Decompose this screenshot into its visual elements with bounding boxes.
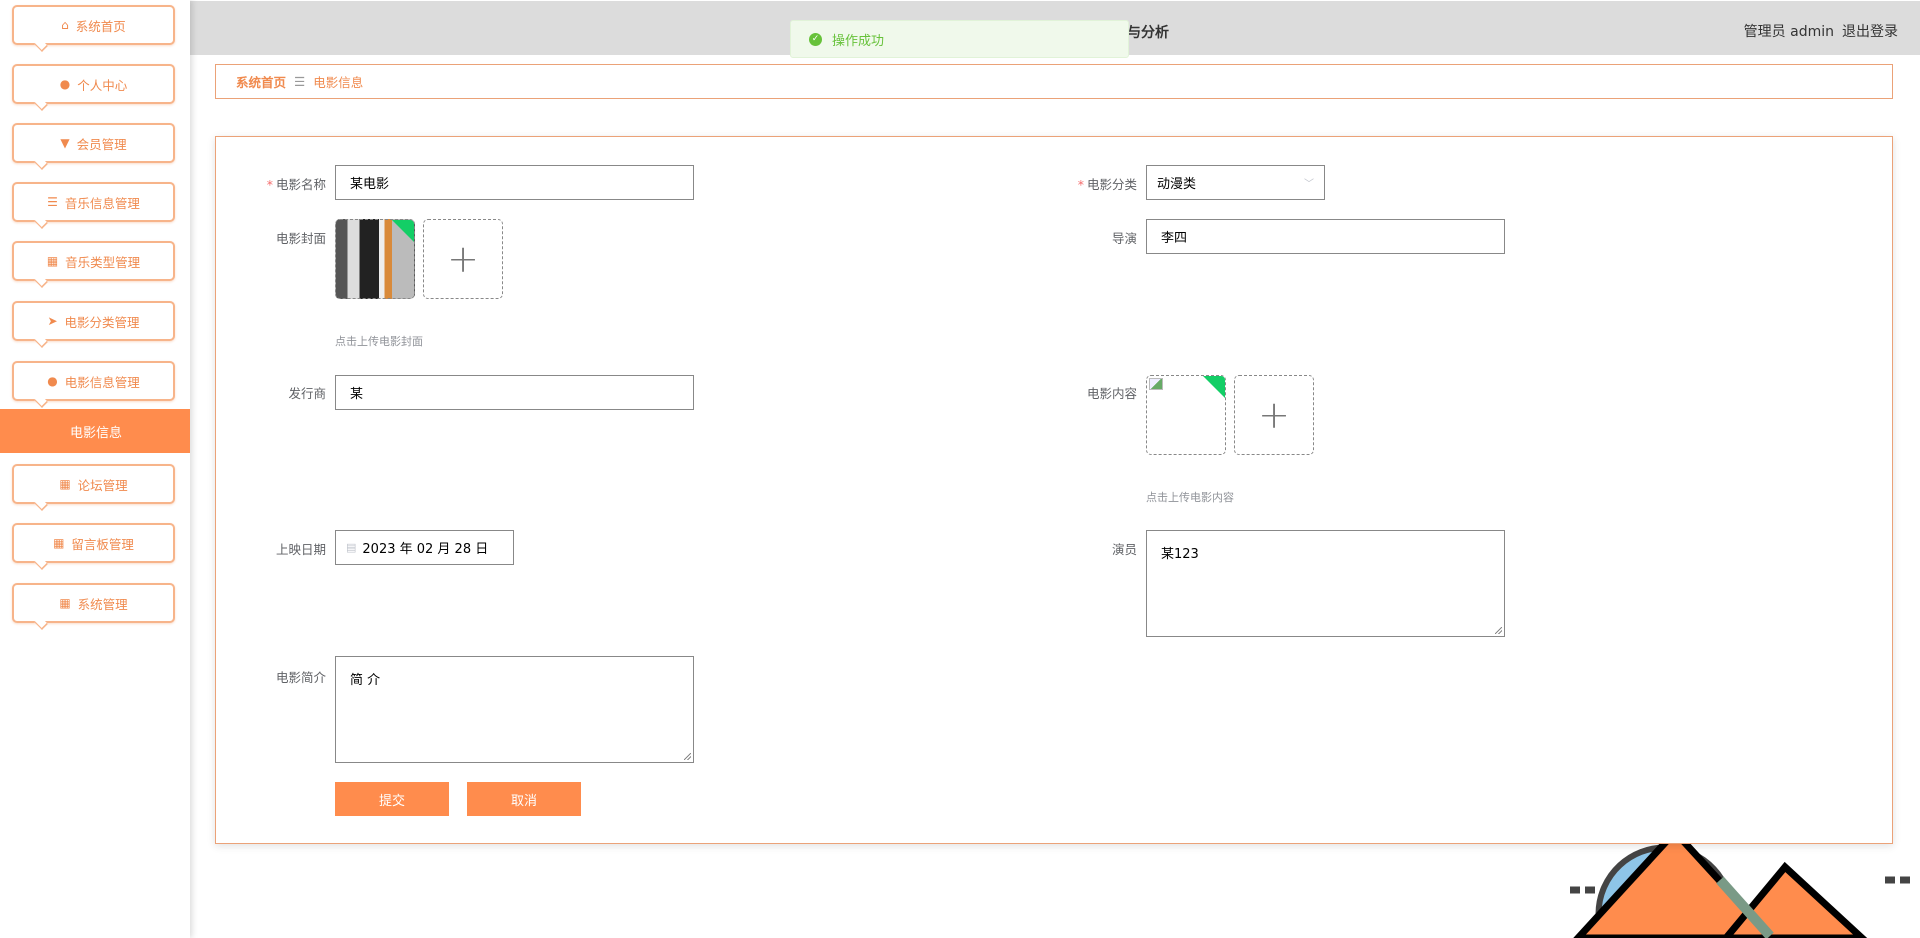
category-select[interactable]: 动漫类 ﹀: [1146, 165, 1325, 200]
grid-icon: ▦: [59, 477, 71, 491]
breadcrumb: 系统首页 ☰ 电影信息: [215, 64, 1893, 99]
label-movie-name: * 电影名称: [266, 177, 326, 192]
cover-upload-button[interactable]: +: [423, 219, 503, 299]
label-cover: 电影封面: [275, 231, 326, 246]
content-thumbnail[interactable]: [1146, 375, 1226, 455]
list-icon: ☰: [47, 195, 58, 209]
sidebar-item-movie-category[interactable]: ➤ 电影分类管理: [12, 301, 175, 341]
breadcrumb-current: 电影信息: [313, 75, 364, 90]
user-area: 管理员 admin 退出登录: [1736, 21, 1898, 41]
grid-icon: ▦: [46, 254, 59, 268]
member-icon: ▼: [60, 136, 70, 150]
content-hint: 点击上传电影内容: [1146, 491, 1234, 504]
sidebar-item-home[interactable]: ⌂ 系统首页: [12, 5, 175, 45]
upload-success-badge: [391, 220, 414, 243]
label-intro: 电影简介: [275, 670, 326, 685]
content-upload-button[interactable]: +: [1234, 375, 1314, 455]
breadcrumb-home[interactable]: 系统首页: [236, 72, 286, 91]
publisher-input[interactable]: 某: [335, 375, 694, 410]
chevron-down-icon: ﹀: [1304, 179, 1314, 190]
user-role: 管理员 admin: [1743, 24, 1834, 40]
check-circle-icon: ✓: [809, 32, 822, 46]
cover-hint: 点击上传电影封面: [335, 335, 423, 348]
upload-success-badge: [1202, 376, 1225, 399]
cover-thumbnail[interactable]: [335, 219, 415, 299]
sidebar-item-music-info[interactable]: ☰ 音乐信息管理: [12, 182, 175, 222]
label-category: * 电影分类: [1077, 177, 1137, 192]
sidebar-item-system[interactable]: ▦ 系统管理: [12, 583, 175, 623]
sidebar-item-members[interactable]: ▼ 会员管理: [12, 123, 175, 163]
success-toast: ✓ 操作成功: [790, 20, 1129, 58]
user-icon: ●: [59, 77, 71, 91]
send-icon: ➤: [47, 314, 58, 328]
sidebar-item-music-type[interactable]: ▦ 音乐类型管理: [12, 241, 175, 281]
plus-icon: +: [447, 237, 479, 281]
label-actors: 演员: [1111, 542, 1137, 557]
home-icon: ⌂: [61, 18, 69, 32]
label-director: 导演: [1111, 231, 1137, 246]
sidebar-item-message-board[interactable]: ▦ 留言板管理: [12, 523, 175, 563]
location-icon: ●: [47, 374, 58, 388]
label-publisher: 发行商: [288, 386, 326, 401]
release-date-picker[interactable]: ▤ 2023 年 02 月 28 日: [335, 530, 514, 565]
movie-form: * 电影名称 某电影 电影封面 + 点击上传电影封面 发行商 某 上映日期 ▤ 20…: [215, 136, 1893, 844]
app-title: 与分析: [1127, 25, 1169, 41]
cancel-button[interactable]: 取消: [467, 782, 581, 816]
label-content: 电影内容: [1086, 386, 1137, 401]
sidebar-item-profile[interactable]: ● 个人中心: [12, 64, 175, 104]
broken-image-icon: [1149, 378, 1163, 390]
grid-icon: ▦: [59, 596, 71, 610]
grid-icon: ▦: [53, 536, 65, 550]
intro-textarea[interactable]: 简 介: [335, 656, 694, 763]
actors-textarea[interactable]: 某123: [1146, 530, 1505, 637]
calendar-icon: ▤: [346, 541, 357, 554]
plus-icon: +: [1258, 393, 1290, 437]
movie-name-input[interactable]: 某电影: [335, 165, 694, 200]
sidebar-item-movie-info[interactable]: ● 电影信息管理: [12, 361, 175, 401]
sidebar-subitem-movie-info[interactable]: 电影信息: [0, 409, 190, 453]
logout-link[interactable]: 退出登录: [1842, 24, 1898, 40]
label-release-date: 上映日期: [275, 542, 326, 557]
separator-icon: ☰: [294, 74, 306, 89]
sidebar-item-forum[interactable]: ▦ 论坛管理: [12, 464, 175, 504]
submit-button[interactable]: 提交: [335, 782, 449, 816]
sidebar: ⌂ 系统首页 ● 个人中心 ▼ 会员管理 ☰ 音乐信息管理 ▦ 音乐类型管理 ➤ 电影分类管…: [0, 0, 190, 938]
director-input[interactable]: 李四: [1146, 219, 1505, 254]
